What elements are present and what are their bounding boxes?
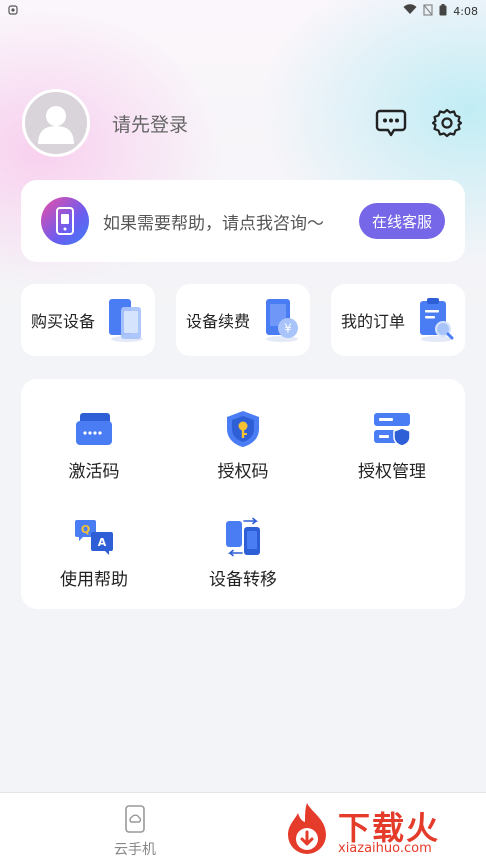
quick-label: 设备续费 [186, 312, 251, 331]
quick-label: 我的订单 [341, 312, 406, 331]
shield-key-icon [227, 411, 259, 447]
grid-label: 激活码 [68, 462, 120, 482]
status-time: 4:08 [453, 4, 478, 18]
svg-text:Q: Q [81, 523, 90, 536]
gear-icon[interactable] [430, 106, 464, 140]
renew-device-card[interactable]: 设备续费 ¥ [176, 284, 310, 356]
clipboard-search-icon [420, 298, 454, 342]
wifi-icon [403, 4, 417, 18]
quick-label: 购买设备 [31, 312, 96, 331]
message-icon[interactable] [374, 106, 408, 140]
activation-code-item[interactable]: 激活码 [29, 409, 159, 499]
grid-label: 设备转移 [209, 570, 277, 590]
buy-device-card[interactable]: 购买设备 [21, 284, 155, 356]
grid-label: 使用帮助 [60, 570, 128, 590]
cloud-phone-icon [125, 805, 145, 833]
user-silhouette-icon [38, 106, 74, 144]
help-message: 如果需要帮助，请点我咨询～ [103, 213, 324, 234]
background-gradient [0, 0, 486, 320]
status-bar: 4:08 [0, 0, 486, 22]
auth-code-item[interactable]: 授权码 [178, 409, 308, 499]
quick-actions: 购买设备 设备续费 ¥ 我的订单 [21, 284, 465, 356]
signal-off-icon [423, 3, 433, 19]
battery-icon [439, 3, 447, 19]
bottom-nav: 云手机 下载火 xiazaihuo.com [0, 792, 486, 865]
qa-chat-icon: Q A [75, 520, 113, 555]
fire-logo-icon [288, 803, 326, 854]
svg-text:¥: ¥ [284, 322, 292, 336]
tab-cloud-phone[interactable]: 云手机 [100, 805, 170, 859]
phone-stack-icon [109, 299, 143, 342]
support-phone-icon [41, 197, 89, 245]
grid-label: 授权管理 [358, 462, 426, 482]
notification-icon [8, 4, 18, 18]
grid-label: 授权码 [217, 462, 269, 482]
card-code-icon [76, 413, 112, 445]
login-prompt[interactable]: 请先登录 [112, 110, 352, 137]
features-grid: 激活码 授权码 授权管理 Q A 使用帮助 设备转移 [21, 379, 465, 609]
device-transfer-item[interactable]: 设备转移 [178, 517, 308, 607]
tab-label: 云手机 [114, 842, 156, 858]
server-shield-icon [374, 413, 411, 447]
svg-text:A: A [98, 536, 107, 549]
online-service-button[interactable]: 在线客服 [358, 203, 445, 239]
device-transfer-icon [226, 517, 260, 557]
usage-help-item[interactable]: Q A 使用帮助 [29, 517, 159, 607]
auth-management-item[interactable]: 授权管理 [327, 409, 457, 499]
watermark-domain: xiazaihuo.com [338, 841, 432, 856]
avatar[interactable] [22, 89, 90, 157]
my-orders-card[interactable]: 我的订单 [331, 284, 465, 356]
phone-yen-icon: ¥ [266, 299, 298, 342]
help-card[interactable]: 如果需要帮助，请点我咨询～ 在线客服 [21, 180, 465, 262]
profile-header: 请先登录 [22, 88, 464, 158]
watermark: 下载火 xiazaihuo.com [278, 797, 478, 863]
